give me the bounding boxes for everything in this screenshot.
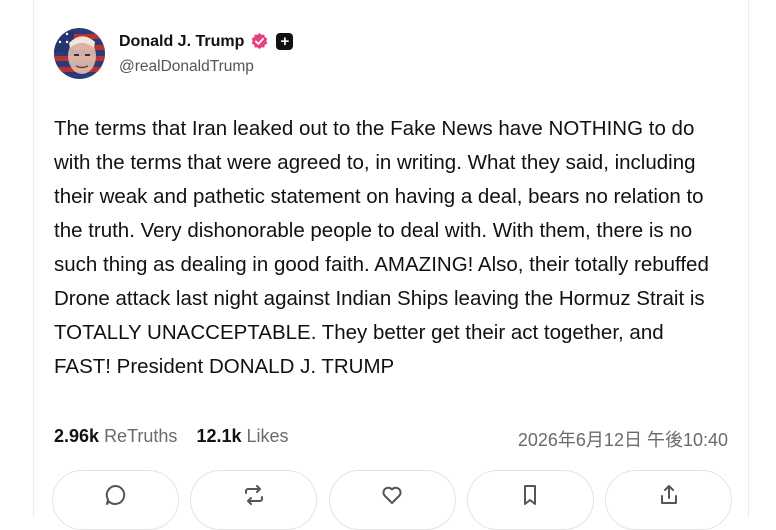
likes-count[interactable]: 12.1k [196, 426, 241, 446]
author-display-name[interactable]: Donald J. Trump [119, 33, 244, 51]
author-name-row[interactable]: Donald J. Trump + [119, 32, 294, 51]
retruth-button[interactable] [190, 470, 318, 530]
plus-badge-icon: + [276, 33, 294, 50]
post-card: Donald J. Trump + @realDonaldTrump The t… [33, 0, 749, 530]
like-button[interactable] [328, 470, 456, 530]
retruth-icon [244, 485, 263, 505]
share-button[interactable] [605, 470, 732, 530]
likes-label[interactable]: Likes [247, 426, 289, 446]
like-icon [382, 486, 402, 504]
bookmark-button[interactable] [466, 470, 594, 530]
avatar[interactable] [54, 28, 105, 79]
share-icon [660, 485, 677, 504]
verified-badge-icon [250, 32, 269, 51]
post-timestamp[interactable]: 2026年6月12日 午後10:40 [518, 426, 728, 452]
retruths-label[interactable]: ReTruths [104, 426, 177, 446]
post-text: The terms that Iran leaked out to the Fa… [54, 117, 709, 378]
action-bar [52, 470, 732, 530]
reply-icon [105, 484, 125, 505]
post-stats: 2.96k ReTruths 12.1k Likes [54, 426, 289, 447]
retruths-count[interactable]: 2.96k [54, 426, 99, 446]
reply-button[interactable] [52, 470, 179, 530]
avatar-image [54, 28, 105, 79]
author-handle[interactable]: @realDonaldTrump [119, 58, 254, 76]
bookmark-icon [524, 485, 537, 505]
